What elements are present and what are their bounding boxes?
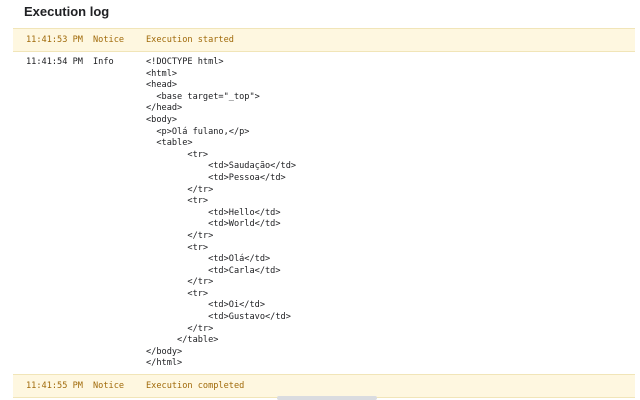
log-timestamp: 11:41:55 PM — [26, 381, 83, 392]
panel-title: Execution log — [24, 4, 110, 19]
log-level: Notice — [93, 35, 125, 45]
log-entry-info: 11:41:54 PM Info <!DOCTYPE html> <html> … — [13, 52, 635, 374]
log-level: Notice — [93, 381, 125, 392]
log-level: Info — [93, 57, 114, 67]
log-timestamp: 11:41:53 PM — [26, 35, 83, 45]
log-message: Execution started — [146, 35, 234, 45]
log-message-html-output: <!DOCTYPE html> <html> <head> <base targ… — [146, 57, 297, 369]
log-timestamp: 11:41:54 PM — [26, 57, 83, 67]
log-entry-notice-completed: 11:41:55 PM Notice Execution completed — [13, 374, 635, 399]
execution-log: 11:41:53 PM Notice Execution started 11:… — [13, 28, 635, 399]
horizontal-scrollbar[interactable] — [277, 396, 377, 400]
log-message: Execution completed — [146, 381, 245, 392]
log-entry-notice-started: 11:41:53 PM Notice Execution started — [13, 28, 635, 52]
